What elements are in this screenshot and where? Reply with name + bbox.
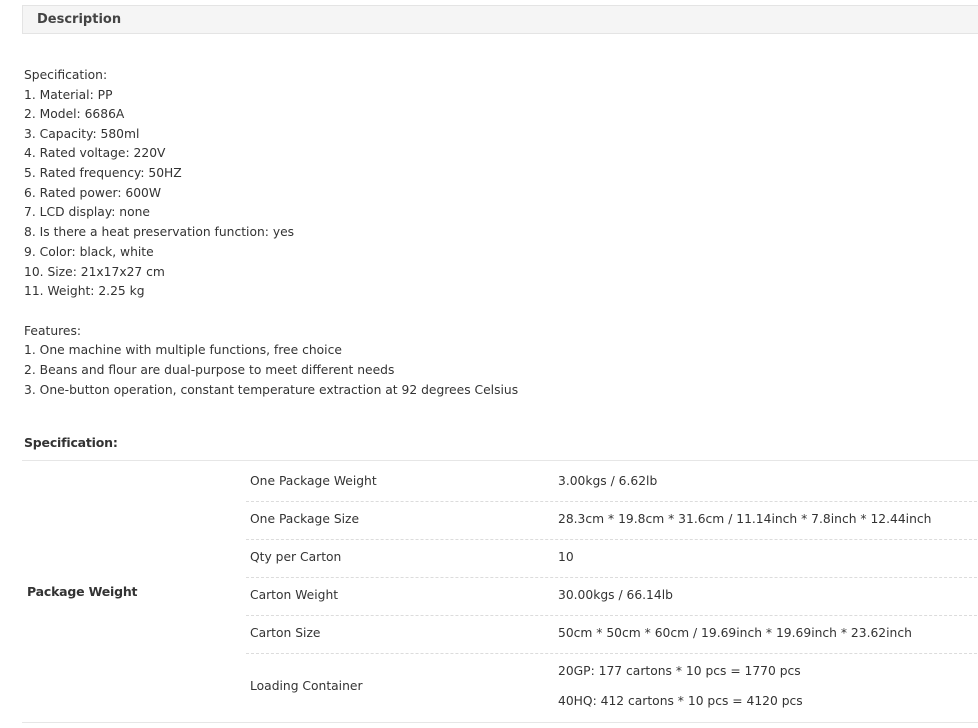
spec-value: 30.00kgs / 66.14lb: [558, 588, 673, 602]
spec-value: 10: [558, 550, 574, 564]
specification-heading: Specification:: [24, 435, 118, 450]
description-line: 5. Rated frequency: 50HZ: [24, 166, 182, 180]
spec-value: 28.3cm * 19.8cm * 31.6cm / 11.14inch * 7…: [558, 512, 932, 526]
description-line: 2. Model: 6686A: [24, 107, 125, 121]
row-divider: [246, 539, 978, 540]
description-line: 4. Rated voltage: 220V: [24, 146, 166, 160]
spec-value: 3.00kgs / 6.62lb: [558, 474, 658, 488]
spec-name: One Package Size: [250, 512, 360, 526]
description-line: 8. Is there a heat preservation function…: [24, 225, 295, 239]
description-line: 9. Color: black, white: [24, 245, 154, 259]
description-line: 1. Material: PP: [24, 88, 113, 102]
description-line: Specification:: [24, 68, 108, 82]
row-divider: [246, 501, 978, 502]
description-line: 3. Capacity: 580ml: [24, 127, 140, 141]
description-line: 7. LCD display: none: [24, 205, 150, 219]
description-line: 11. Weight: 2.25 kg: [24, 284, 145, 298]
row-divider: [246, 577, 978, 578]
spec-value: 20GP: 177 cartons * 10 pcs = 1770 pcs: [558, 664, 801, 678]
description-line: 6. Rated power: 600W: [24, 186, 162, 200]
description-tab-label: Description: [37, 12, 122, 27]
spec-name: One Package Weight: [250, 474, 377, 488]
spec-value: 50cm * 50cm * 60cm / 19.69inch * 19.69in…: [558, 626, 912, 640]
table-top-divider: [22, 460, 978, 461]
description-tab[interactable]: Description: [22, 5, 978, 34]
description-line: 2. Beans and flour are dual-purpose to m…: [24, 363, 395, 377]
row-divider: [246, 615, 978, 616]
description-line: 10. Size: 21x17x27 cm: [24, 265, 165, 279]
table-bottom-divider: [22, 722, 978, 723]
spec-name: Carton Weight: [250, 588, 339, 602]
spec-name: Loading Container: [250, 679, 363, 693]
spec-name: Carton Size: [250, 626, 321, 640]
description-line: 1. One machine with multiple functions, …: [24, 343, 342, 357]
spec-value: 40HQ: 412 cartons * 10 pcs = 4120 pcs: [558, 694, 803, 708]
spec-name: Qty per Carton: [250, 550, 342, 564]
description-line: Features:: [24, 324, 82, 338]
description-line: 3. One-button operation, constant temper…: [24, 383, 519, 397]
row-divider: [246, 653, 978, 654]
package-weight-label: Package Weight: [27, 584, 138, 599]
